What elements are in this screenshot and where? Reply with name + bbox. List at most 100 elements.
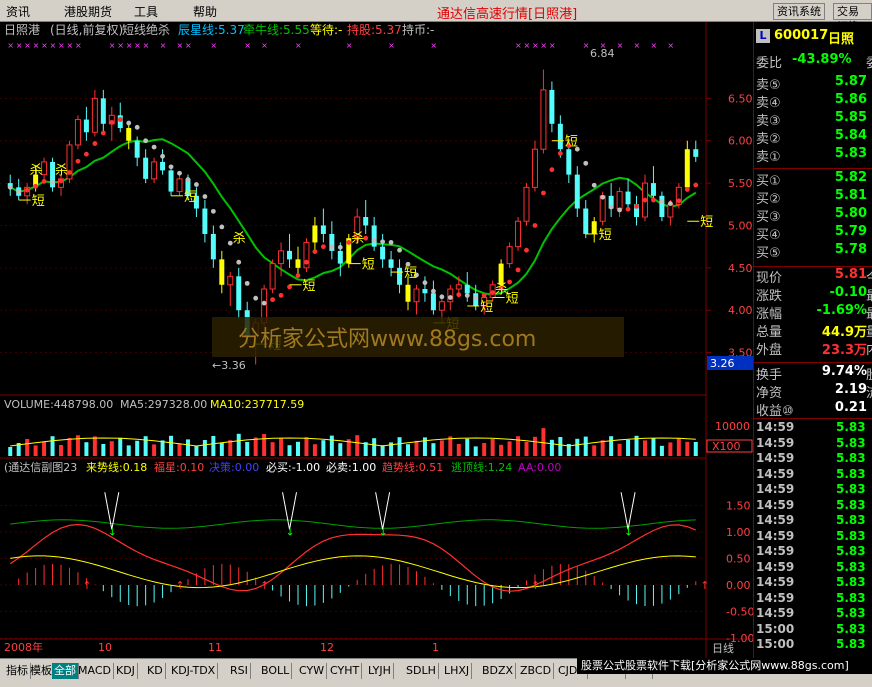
x-label-12: 12 [320, 641, 334, 654]
chart-area[interactable]: 6.506.005.505.004.504.003.50 日照港 (日线,前复权… [0, 22, 753, 658]
buy-row-5-label: 买⑤ [756, 246, 781, 261]
tick-price: 5.83 [836, 513, 866, 527]
x-label-daily[interactable]: 日线 [712, 641, 734, 655]
candle-body [405, 284, 411, 302]
tab-sdlh[interactable]: SDLH [404, 663, 439, 679]
tick-row: 14:59 5.83 [754, 498, 872, 513]
tick-time: 15:00 [756, 637, 795, 651]
buy-row-4: 买④ 5.79 [754, 224, 872, 243]
candle-body [430, 293, 436, 311]
tab-rsi[interactable]: RSI [228, 663, 251, 679]
tab-kdj[interactable]: KDJ [114, 663, 138, 679]
tick-row: 14:59 5.83 [754, 560, 872, 575]
sell-row-5: 卖⑤ 5.87 [754, 74, 872, 93]
y-tick-label: 4.50 [728, 262, 753, 275]
short-signal: 短 [565, 135, 578, 150]
sub-tick-label: -0.50 [726, 606, 753, 619]
candle-body [438, 301, 445, 311]
chenxing-dot [625, 206, 631, 212]
buy-arrow-icon: ↑ [700, 579, 709, 592]
volume-bar [583, 436, 588, 456]
tab-lyjh[interactable]: LYJH [366, 663, 394, 679]
short-signal: 短 [599, 228, 612, 243]
tick-price: 5.83 [836, 466, 866, 481]
tick-price: 5.83 [836, 544, 866, 558]
short-signal: 短 [32, 194, 45, 209]
menu-item-tools[interactable]: 工具 [134, 3, 158, 20]
quote-row-3-label: 总量 [756, 325, 783, 340]
menu-item-help[interactable]: 帮助 [193, 3, 217, 20]
quote-row-0-value: 5.81 [834, 267, 867, 282]
tab-zbcd[interactable]: ZBCD [518, 663, 555, 679]
chenxing-dot [168, 164, 174, 170]
volume-bar [558, 437, 563, 456]
volume-bar [126, 445, 131, 456]
tab-kdj-tdx[interactable]: KDJ-TDX [169, 663, 219, 679]
marker-cross: × [540, 41, 547, 50]
buy-row-4-value: 5.79 [834, 224, 867, 239]
chenxing-dot [634, 204, 639, 209]
buy-row-2-value: 5.81 [834, 188, 867, 203]
trade-switch-button[interactable]: 交易切换 [833, 3, 872, 33]
tab-bdzx[interactable]: BDZX [480, 663, 517, 679]
sell-row-5-label: 卖⑤ [756, 78, 781, 93]
chenxing-dot [295, 273, 301, 279]
volume-bar [152, 444, 157, 456]
news-system-button[interactable]: 资讯系统 [773, 3, 825, 20]
chenxing-dot [134, 124, 140, 130]
tab-lhxj[interactable]: LHXJ [442, 663, 473, 679]
tab-boll[interactable]: BOLL [259, 663, 293, 679]
quote-row-3: 总量 44.9万量 [754, 321, 872, 340]
tick-price: 5.83 [836, 497, 866, 512]
tab-模板[interactable]: 模板 [28, 663, 55, 679]
sub-header-qushi: 趋势线:0.51 [382, 460, 443, 474]
tab-指标[interactable]: 指标 [4, 663, 31, 679]
kill-signal: 杀 [351, 231, 364, 246]
tick-time: 14:59 [756, 590, 795, 605]
short-signal: 短 [480, 300, 493, 315]
chenxing-dot [84, 151, 89, 157]
sell-arrow-icon: ↓ [286, 525, 295, 538]
chenxing-dot [75, 158, 81, 164]
header-stock-name: 日照港 [4, 23, 40, 37]
tick-row: 14:59 5.83 [754, 529, 872, 544]
tick-time: 14:59 [756, 497, 795, 512]
buy-arrow-icon: ↑ [260, 579, 269, 592]
volume-bar [676, 438, 681, 456]
sub-header-bimai: 必买:-1.00 [266, 461, 320, 474]
buy-arrow-icon: ↑ [176, 579, 185, 592]
buy-row-1-value: 5.82 [834, 170, 867, 185]
tab-kd[interactable]: KD [145, 663, 166, 679]
marker-cross: × [66, 41, 73, 50]
marker-cross: × [177, 41, 184, 50]
menu-item-news[interactable]: 资讯 [6, 3, 30, 20]
menu-item-hk-futures[interactable]: 港股期货 [64, 3, 112, 20]
app-title: 通达信高速行情[日照港] [437, 7, 578, 22]
candle-body [540, 89, 547, 150]
candle-body [363, 217, 369, 226]
quote-row-4-value: 23.3万 [821, 343, 867, 358]
download-banner[interactable]: 股票公式股票软件下载[分析家公式网www.88gs.com] [577, 658, 872, 674]
tab-cyw[interactable]: CYW [297, 663, 328, 679]
candle-body [371, 225, 377, 247]
candle-body [176, 178, 183, 193]
stock-code: 600017 [774, 28, 829, 43]
tick-time: 14:59 [756, 544, 795, 558]
tab-cyht[interactable]: CYHT [328, 663, 363, 679]
buy-row-3-label: 买③ [756, 210, 781, 225]
marker-cross: × [261, 41, 268, 50]
chenxing-dot [532, 223, 538, 228]
tab-全部[interactable]: 全部 [52, 663, 79, 679]
stat-row-2: 收益⑩0.21P [754, 400, 872, 419]
tick-row: 14:59 5.83 [754, 591, 872, 606]
candle-body [557, 123, 563, 150]
tab-macd[interactable]: MACD [76, 663, 114, 679]
tick-time: 14:59 [756, 466, 795, 481]
volume-bar [626, 439, 631, 456]
chenxing-dot [591, 182, 597, 188]
quote-row-3-value: 44.9万 [821, 325, 867, 340]
chenxing-dot [143, 138, 149, 144]
chenxing-dot [16, 189, 22, 194]
sell-row-4-label: 卖④ [756, 96, 781, 111]
sub-tick-label: 1.00 [726, 526, 751, 539]
